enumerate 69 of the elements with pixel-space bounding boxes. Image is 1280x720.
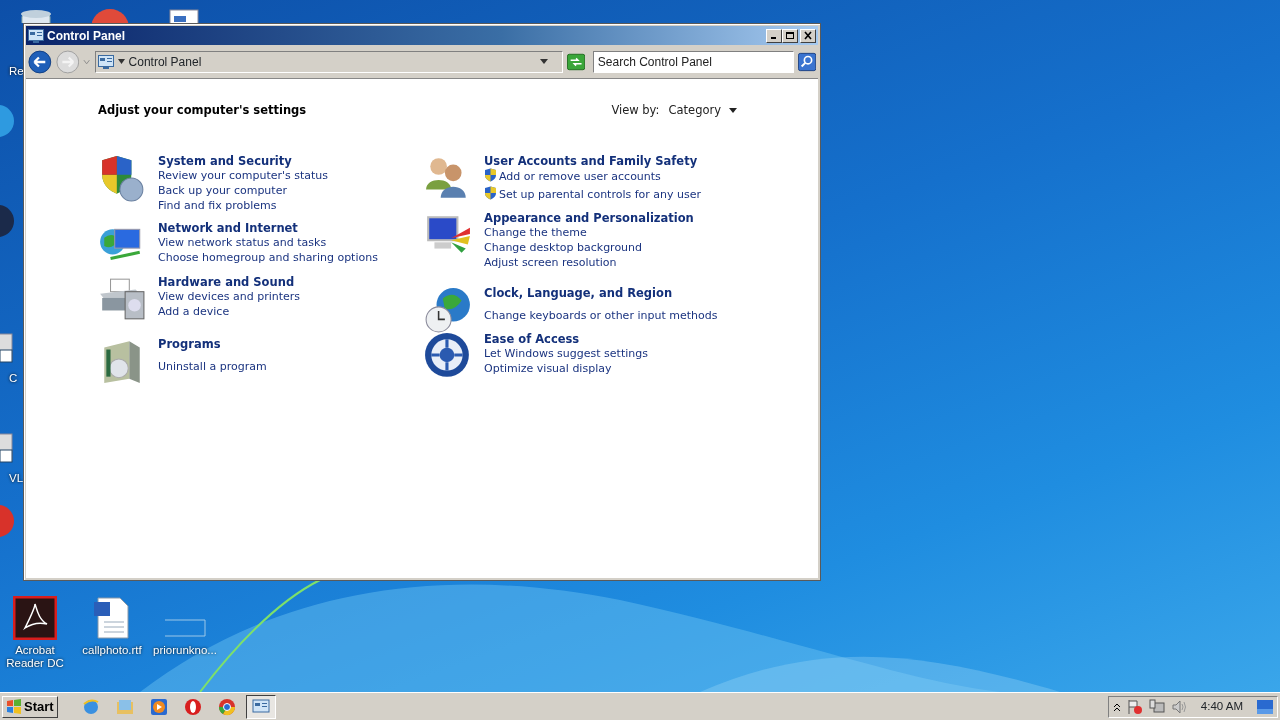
category-title-link[interactable]: System and Security bbox=[158, 154, 292, 169]
globe-clock-icon[interactable] bbox=[424, 286, 472, 335]
view-by-dropdown[interactable]: Category bbox=[667, 101, 738, 121]
icon-label: Acrobat Reader DC bbox=[5, 644, 65, 670]
taskbar-button[interactable] bbox=[245, 694, 276, 719]
maximize-button[interactable] bbox=[782, 28, 798, 43]
speaker-icon[interactable] bbox=[1170, 698, 1187, 715]
task-link[interactable]: View devices and printers bbox=[158, 289, 301, 305]
search-field[interactable]: Search Control Panel bbox=[592, 50, 794, 73]
shield-icon bbox=[484, 186, 497, 201]
window-title: Control Panel bbox=[47, 27, 125, 45]
close-button[interactable] bbox=[800, 28, 816, 43]
control-panel-icon bbox=[251, 697, 270, 716]
task-link[interactable]: Change the theme bbox=[484, 225, 587, 241]
start-button[interactable]: Start bbox=[2, 695, 58, 718]
task-link[interactable]: View network status and tasks bbox=[158, 235, 327, 251]
folder-icon bbox=[115, 697, 134, 716]
caret-icon[interactable] bbox=[117, 59, 125, 64]
icon-label: C bbox=[9, 372, 18, 385]
caret-icon bbox=[729, 108, 737, 114]
o-logo-icon bbox=[183, 697, 202, 716]
task-link[interactable]: Add or remove user accounts bbox=[484, 168, 661, 187]
windows-logo-icon bbox=[6, 699, 22, 714]
page-heading: Adjust your computer's settings bbox=[98, 102, 307, 119]
task-link[interactable]: Change keyboards or other input methods bbox=[484, 308, 718, 324]
task-link[interactable]: Find and fix problems bbox=[158, 198, 277, 214]
task-link[interactable]: Review your computer's status bbox=[158, 168, 329, 184]
dropdown-icon[interactable] bbox=[539, 59, 548, 64]
clock-text: 4:40 AM bbox=[1200, 698, 1243, 714]
show-desktop-icon[interactable] bbox=[1257, 699, 1273, 714]
address-bar[interactable]: Control Panel bbox=[94, 50, 563, 73]
task-link[interactable]: Add a device bbox=[158, 304, 230, 320]
task-link[interactable]: Adjust screen resolution bbox=[484, 255, 617, 271]
acrobat-icon[interactable] bbox=[13, 596, 57, 640]
category-title-link[interactable]: Clock, Language, and Region bbox=[484, 286, 673, 301]
task-link[interactable]: Set up parental controls for any user bbox=[484, 186, 702, 205]
view-by-label: View by: bbox=[611, 102, 660, 119]
icon-label: priorunkno... bbox=[153, 644, 217, 657]
search-icon[interactable] bbox=[797, 51, 816, 72]
task-link[interactable]: Uninstall a program bbox=[158, 359, 267, 375]
shield-icon bbox=[484, 168, 497, 183]
maximize-icon bbox=[785, 31, 795, 40]
chevron-up-icon[interactable] bbox=[1112, 701, 1121, 712]
back-button[interactable] bbox=[28, 48, 52, 75]
play-icon bbox=[149, 697, 168, 716]
task-link[interactable]: Let Windows suggest settings bbox=[484, 346, 648, 362]
control-panel-icon bbox=[28, 28, 44, 43]
category-title-link[interactable]: Hardware and Sound bbox=[158, 275, 295, 290]
category-title-link[interactable]: Appearance and Personalization bbox=[484, 211, 694, 226]
icon-label: Re bbox=[9, 65, 24, 78]
address-text: Control Panel bbox=[128, 53, 203, 71]
category-title-link[interactable]: Programs bbox=[158, 337, 221, 352]
browser-e-icon bbox=[81, 697, 100, 716]
icon-label: callphoto.rtf bbox=[82, 644, 142, 657]
flag-icon[interactable] bbox=[1126, 698, 1143, 715]
task-link[interactable]: Change desktop background bbox=[484, 240, 643, 256]
refresh-button[interactable] bbox=[566, 52, 585, 71]
category-title-link[interactable]: Network and Internet bbox=[158, 221, 298, 236]
browser-circle-icon bbox=[217, 697, 236, 716]
control-panel-icon bbox=[97, 54, 114, 69]
task-link[interactable]: Back up your computer bbox=[158, 183, 287, 199]
minimize-button[interactable] bbox=[766, 28, 782, 43]
task-link[interactable]: Optimize visual display bbox=[484, 361, 612, 377]
category-title-link[interactable]: User Accounts and Family Safety bbox=[484, 154, 698, 169]
icon-label: VL bbox=[9, 472, 24, 485]
category-title-link[interactable]: Ease of Access bbox=[484, 332, 580, 347]
close-icon bbox=[803, 31, 813, 40]
network-icon[interactable] bbox=[1148, 698, 1165, 715]
task-link[interactable]: Choose homegroup and sharing options bbox=[158, 250, 378, 266]
